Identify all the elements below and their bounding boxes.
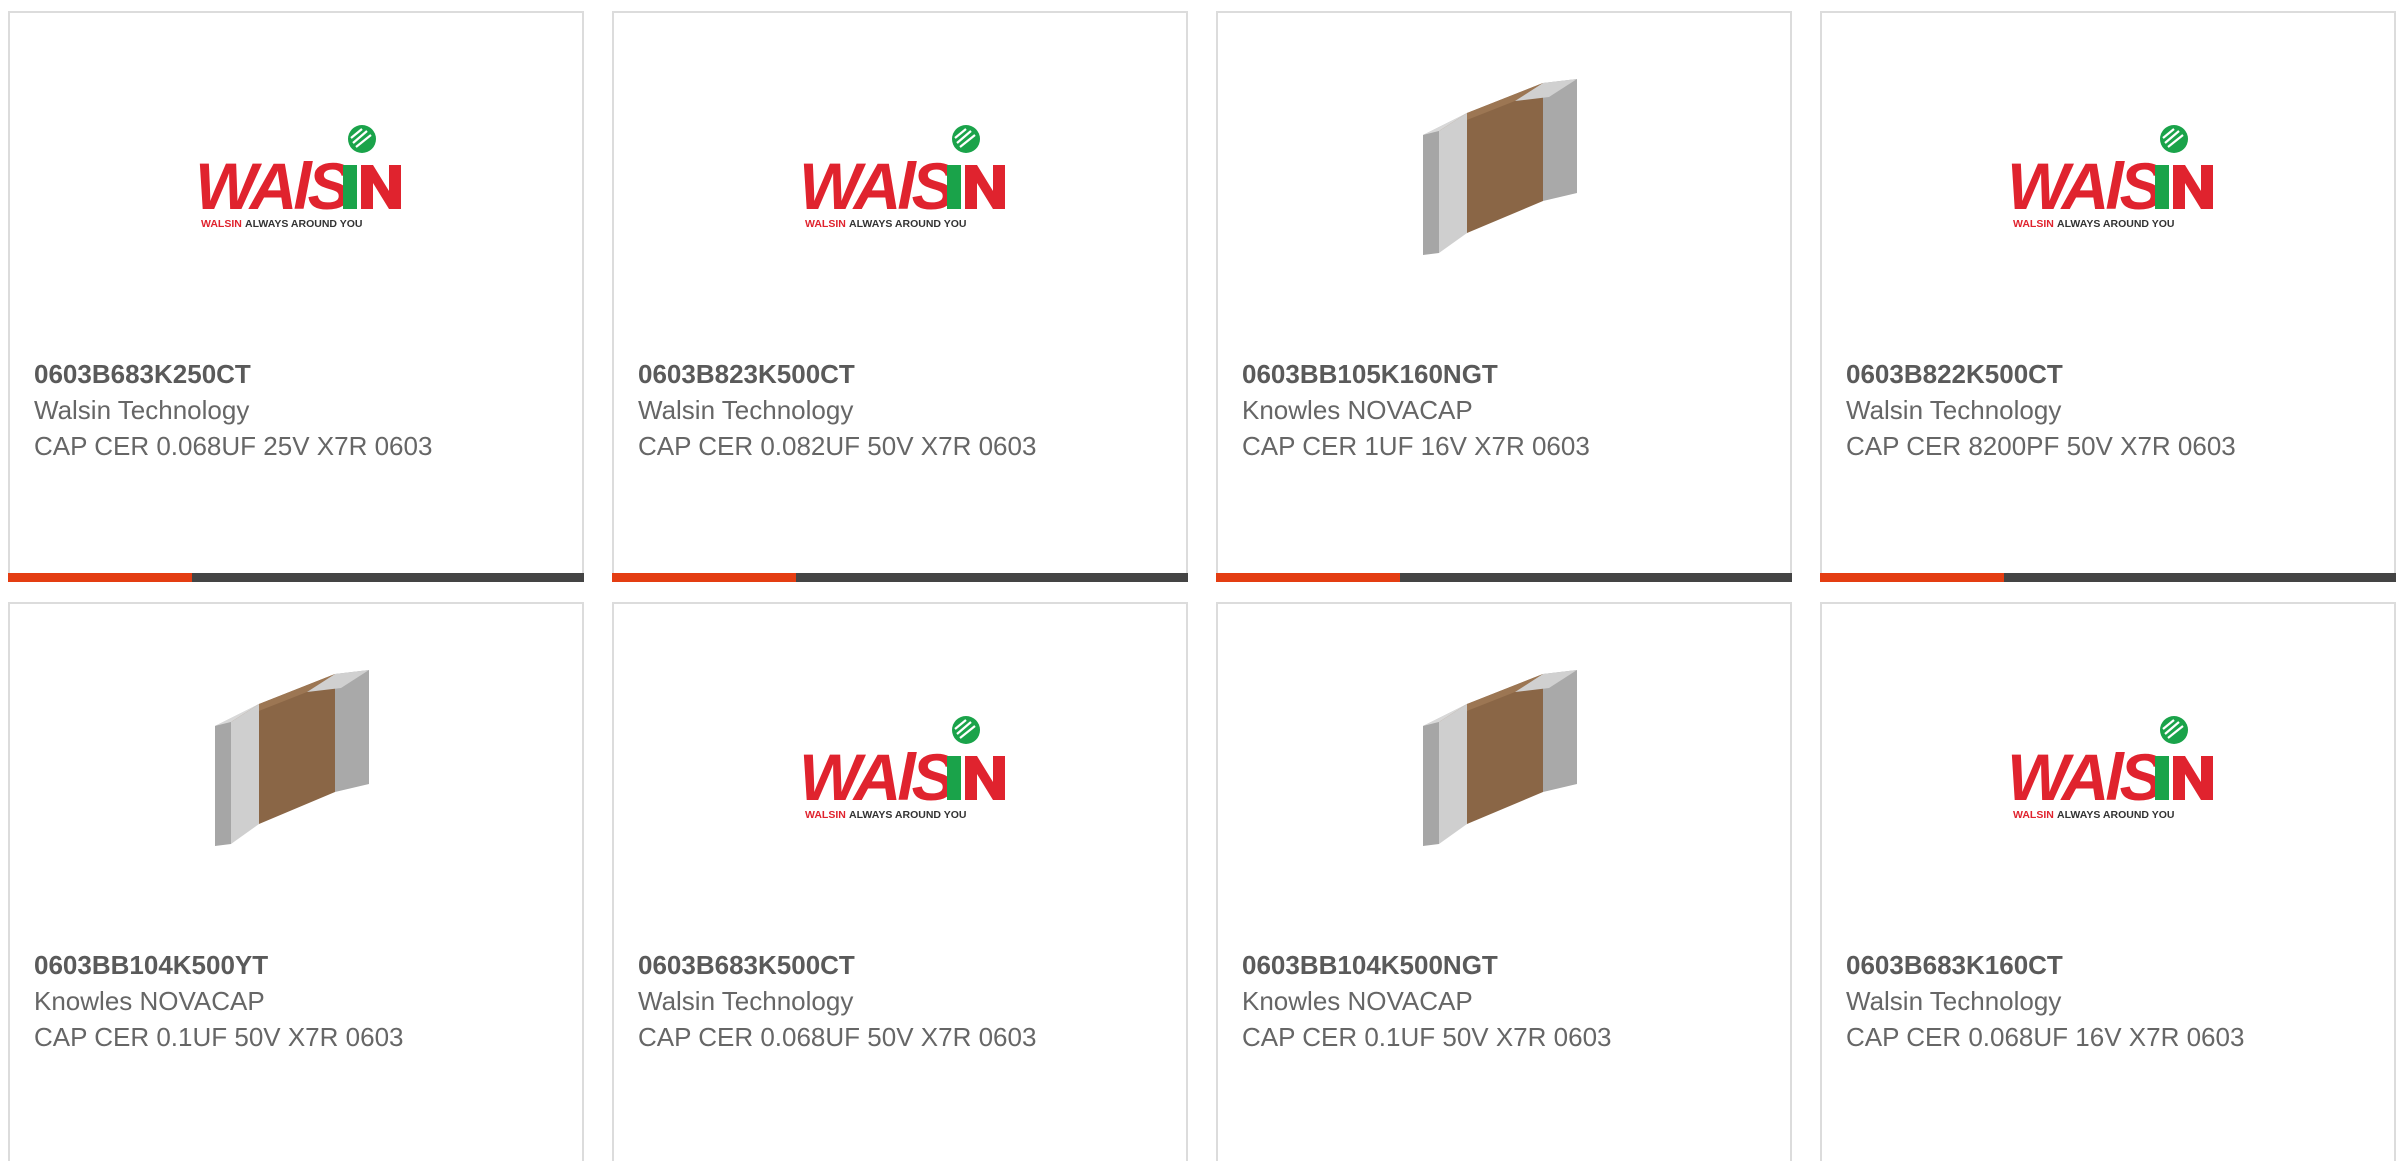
- description: CAP CER 0.082UF 50V X7R 0603: [638, 431, 1037, 461]
- part-number[interactable]: 0603B823K500CT: [638, 359, 855, 389]
- manufacturer: Walsin Technology: [638, 395, 854, 425]
- product-grid: 0603B683K250CT Walsin Technology CAP CER…: [0, 0, 2400, 1161]
- card-accent-bar: [1820, 573, 2396, 582]
- part-number[interactable]: 0603B683K160CT: [1846, 950, 2063, 980]
- card-accent-bar: [8, 573, 584, 582]
- part-number[interactable]: 0603BB104K500NGT: [1242, 950, 1498, 980]
- part-number[interactable]: 0603B822K500CT: [1846, 359, 2063, 389]
- description: CAP CER 0.068UF 25V X7R 0603: [34, 431, 433, 461]
- description: CAP CER 8200PF 50V X7R 0603: [1846, 431, 2236, 461]
- walsin-logo-image: [799, 73, 1005, 279]
- product-card[interactable]: 0603B683K500CT Walsin Technology CAP CER…: [612, 602, 1188, 1161]
- product-info: 0603B823K500CT Walsin Technology CAP CER…: [638, 356, 1038, 464]
- product-card[interactable]: 0603B822K500CT Walsin Technology CAP CER…: [1820, 11, 2396, 582]
- walsin-logo-icon: [799, 121, 1005, 231]
- manufacturer: Walsin Technology: [1846, 986, 2062, 1016]
- manufacturer: Knowles NOVACAP: [1242, 395, 1473, 425]
- capacitor-image: [1403, 664, 1609, 870]
- product-info: 0603B683K160CT Walsin Technology CAP CER…: [1846, 947, 2246, 1055]
- manufacturer: Walsin Technology: [34, 395, 250, 425]
- product-card[interactable]: 0603B683K160CT Walsin Technology CAP CER…: [1820, 602, 2396, 1161]
- product-info: 0603BB105K160NGT Knowles NOVACAP CAP CER…: [1242, 356, 1642, 464]
- part-number[interactable]: 0603BB105K160NGT: [1242, 359, 1498, 389]
- product-info: 0603B683K500CT Walsin Technology CAP CER…: [638, 947, 1038, 1055]
- manufacturer: Walsin Technology: [1846, 395, 2062, 425]
- product-card[interactable]: 0603BB104K500YT Knowles NOVACAP CAP CER …: [8, 602, 584, 1161]
- description: CAP CER 0.1UF 50V X7R 0603: [34, 1022, 404, 1052]
- walsin-logo-icon: [2007, 712, 2213, 822]
- capacitor-image: [195, 664, 401, 870]
- product-info: 0603B822K500CT Walsin Technology CAP CER…: [1846, 356, 2246, 464]
- product-card[interactable]: 0603B683K250CT Walsin Technology CAP CER…: [8, 11, 584, 582]
- manufacturer: Walsin Technology: [638, 986, 854, 1016]
- product-card[interactable]: 0603BB105K160NGT Knowles NOVACAP CAP CER…: [1216, 11, 1792, 582]
- card-accent-bar: [612, 573, 1188, 582]
- walsin-logo-icon: [799, 712, 1005, 822]
- product-card[interactable]: 0603BB104K500NGT Knowles NOVACAP CAP CER…: [1216, 602, 1792, 1161]
- product-info: 0603BB104K500YT Knowles NOVACAP CAP CER …: [34, 947, 434, 1055]
- manufacturer: Knowles NOVACAP: [34, 986, 265, 1016]
- capacitor-chip-icon: [195, 664, 401, 870]
- walsin-logo-image: [799, 664, 1005, 870]
- manufacturer: Knowles NOVACAP: [1242, 986, 1473, 1016]
- product-info: 0603B683K250CT Walsin Technology CAP CER…: [34, 356, 434, 464]
- capacitor-chip-icon: [1403, 664, 1609, 870]
- description: CAP CER 0.068UF 16V X7R 0603: [1846, 1022, 2245, 1052]
- capacitor-chip-icon: [1403, 73, 1609, 279]
- description: CAP CER 0.068UF 50V X7R 0603: [638, 1022, 1037, 1052]
- product-info: 0603BB104K500NGT Knowles NOVACAP CAP CER…: [1242, 947, 1642, 1055]
- walsin-logo-image: [2007, 73, 2213, 279]
- part-number[interactable]: 0603BB104K500YT: [34, 950, 268, 980]
- description: CAP CER 0.1UF 50V X7R 0603: [1242, 1022, 1612, 1052]
- walsin-logo-image: [195, 73, 401, 279]
- description: CAP CER 1UF 16V X7R 0603: [1242, 431, 1590, 461]
- walsin-logo-icon: [2007, 121, 2213, 231]
- part-number[interactable]: 0603B683K500CT: [638, 950, 855, 980]
- product-card[interactable]: 0603B823K500CT Walsin Technology CAP CER…: [612, 11, 1188, 582]
- part-number[interactable]: 0603B683K250CT: [34, 359, 251, 389]
- card-accent-bar: [1216, 573, 1792, 582]
- capacitor-image: [1403, 73, 1609, 279]
- walsin-logo-icon: [195, 121, 401, 231]
- walsin-logo-image: [2007, 664, 2213, 870]
